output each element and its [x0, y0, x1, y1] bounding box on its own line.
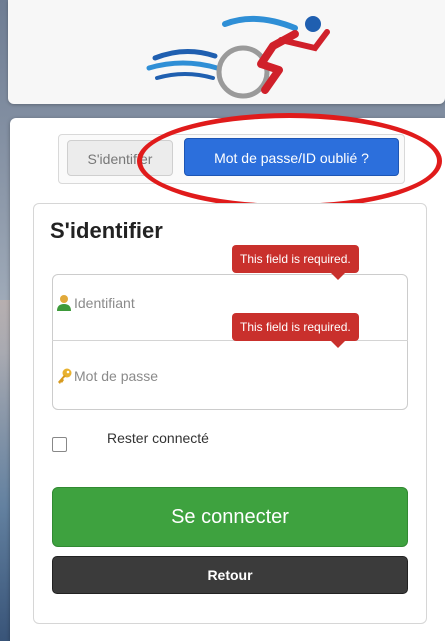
username-error-tooltip: This field is required.: [232, 245, 359, 280]
header-bar: [8, 0, 445, 104]
username-placeholder: Identifiant: [74, 295, 135, 311]
username-input[interactable]: Identifiant: [56, 290, 135, 316]
back-button[interactable]: Retour: [52, 556, 408, 594]
connect-button[interactable]: Se connecter: [52, 487, 408, 547]
cyclist-logo-icon: [146, 15, 330, 99]
form-title: S'identifier: [50, 218, 163, 243]
password-placeholder: Mot de passe: [74, 368, 159, 384]
password-error-tooltip: This field is required.: [232, 313, 359, 348]
remember-me-label: Rester connecté: [107, 430, 209, 446]
password-input[interactable]: Mot de passe: [56, 363, 158, 389]
key-icon: [58, 368, 72, 384]
remember-me-checkbox[interactable]: [52, 437, 67, 452]
user-icon: [57, 295, 71, 311]
annotation-ellipse: [137, 113, 442, 209]
